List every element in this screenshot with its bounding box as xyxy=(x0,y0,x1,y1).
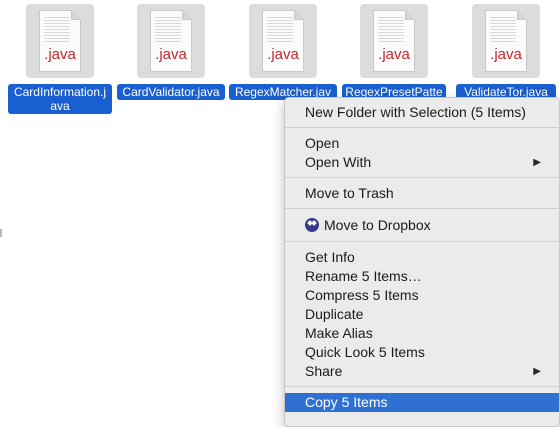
menu-separator xyxy=(285,386,559,387)
file-extension: .java xyxy=(490,46,522,63)
menu-item-label: Make Alias xyxy=(305,325,373,341)
menu-item-open[interactable]: Open xyxy=(285,134,559,153)
file-extension: .java xyxy=(44,46,76,63)
menu-item-move-to-trash[interactable]: Move to Trash xyxy=(285,184,559,203)
menu-item-copy[interactable]: Copy 5 Items xyxy=(285,393,559,412)
file-selection-tile: .java xyxy=(137,4,205,78)
menu-separator xyxy=(285,241,559,242)
file-extension: .java xyxy=(267,46,299,63)
menu-separator xyxy=(285,208,559,209)
menu-item-label: Move to Dropbox xyxy=(324,217,431,233)
menu-item-label: Move to Trash xyxy=(305,185,394,201)
menu-separator xyxy=(285,127,559,128)
menu-item-label: Open xyxy=(305,135,340,151)
menu-item-label: Open With xyxy=(305,154,372,170)
menu-item-duplicate[interactable]: Duplicate xyxy=(285,305,559,324)
java-file-icon: .java xyxy=(39,10,81,72)
context-menu: New Folder with Selection (5 Items) Open… xyxy=(284,97,560,427)
menu-item-rename[interactable]: Rename 5 Items… xyxy=(285,267,559,286)
menu-item-get-info[interactable]: Get Info xyxy=(285,248,559,267)
window-edge xyxy=(0,229,2,237)
dropbox-icon xyxy=(305,218,319,232)
file-selection-tile: .java xyxy=(249,4,317,78)
finder-desktop: .java CardInformation.java .java CardVal… xyxy=(0,0,560,427)
menu-item-label: Compress 5 Items xyxy=(305,287,419,303)
file-name-label[interactable]: CardInformation.java xyxy=(8,84,112,114)
file-selection-tile: .java xyxy=(26,4,94,78)
menu-item-move-to-dropbox[interactable]: Move to Dropbox xyxy=(285,216,559,235)
submenu-arrow-icon: ▶ xyxy=(533,157,541,168)
menu-item-label: Copy 5 Items xyxy=(305,394,388,410)
java-file-icon: .java xyxy=(150,10,192,72)
java-file-icon: .java xyxy=(485,10,527,72)
menu-item-label: Quick Look 5 Items xyxy=(305,344,425,360)
menu-separator xyxy=(285,177,559,178)
submenu-arrow-icon: ▶ xyxy=(533,366,541,377)
java-file-icon: .java xyxy=(262,10,304,72)
file-item-regexmatcher[interactable]: .java RegexMatcher.jav xyxy=(229,4,337,100)
file-item-regexpresetpattern[interactable]: .java RegexPresetPatte xyxy=(342,4,446,100)
menu-item-label: Share xyxy=(305,363,343,379)
menu-item-new-folder-with-selection[interactable]: New Folder with Selection (5 Items) xyxy=(285,103,559,122)
file-name-label[interactable]: CardValidator.java xyxy=(117,84,225,100)
menu-item-open-with[interactable]: Open With ▶ xyxy=(285,153,559,172)
file-selection-tile: .java xyxy=(360,4,428,78)
menu-item-label: Duplicate xyxy=(305,306,364,322)
file-item-cardinformation[interactable]: .java CardInformation.java xyxy=(8,4,112,114)
java-file-icon: .java xyxy=(373,10,415,72)
menu-item-compress[interactable]: Compress 5 Items xyxy=(285,286,559,305)
file-item-validatetor[interactable]: .java ValidateTor.java xyxy=(456,4,556,100)
menu-item-label: Get Info xyxy=(305,249,355,265)
menu-item-label: Rename 5 Items… xyxy=(305,268,422,284)
file-selection-tile: .java xyxy=(472,4,540,78)
file-extension: .java xyxy=(378,46,410,63)
menu-item-label: New Folder with Selection (5 Items) xyxy=(305,104,526,120)
file-item-cardvalidator[interactable]: .java CardValidator.java xyxy=(117,4,225,100)
menu-item-share[interactable]: Share ▶ xyxy=(285,362,559,381)
menu-item-quick-look[interactable]: Quick Look 5 Items xyxy=(285,343,559,362)
menu-item-make-alias[interactable]: Make Alias xyxy=(285,324,559,343)
file-extension: .java xyxy=(155,46,187,63)
